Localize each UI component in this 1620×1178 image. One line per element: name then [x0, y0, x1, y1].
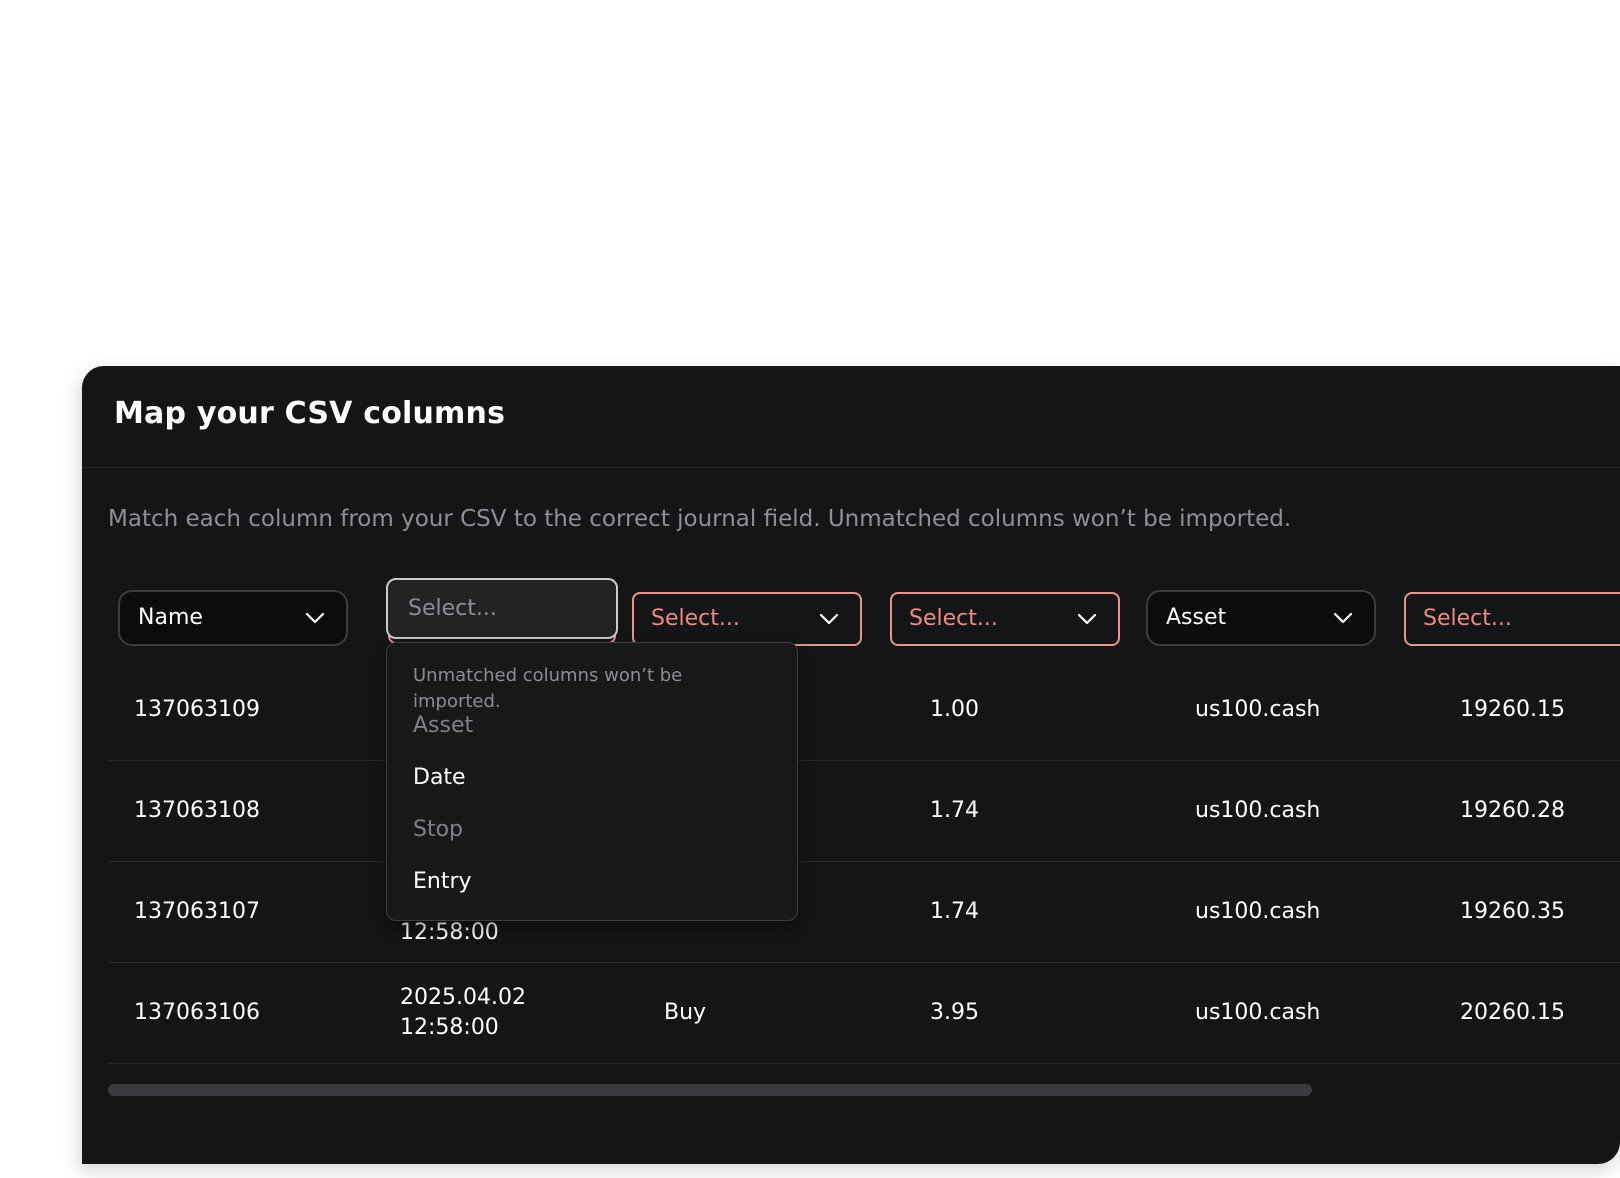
table-cell: 1.00 [930, 697, 979, 722]
select-value: Select... [909, 606, 998, 631]
table-cell: Buy [664, 1000, 707, 1025]
table-cell: 3.95 [930, 1000, 979, 1025]
table-cell: 1.74 [930, 899, 979, 924]
column-mapping-select-5[interactable]: Asset [1146, 590, 1376, 646]
column-mapping-select-2[interactable] [386, 578, 618, 639]
table-cell: 137063108 [134, 798, 260, 823]
column-mapping-select-1[interactable]: Name [118, 590, 348, 646]
column-mapping-select-3[interactable]: Select... [632, 592, 862, 646]
table-row: 137063107 12:58:00 1.74 us100.cash 19260… [108, 862, 1620, 963]
select-value: Select... [651, 606, 740, 631]
chevron-down-icon [819, 613, 839, 625]
chevron-down-icon [305, 612, 325, 624]
table-cell: 2025.04.02 12:58:00 [400, 985, 526, 1040]
column-mapping-select-6[interactable]: Select... [1404, 592, 1620, 646]
dropdown-option-date[interactable]: Date [413, 765, 466, 790]
chevron-down-icon [1333, 612, 1353, 624]
dialog-header: Map your CSV columns [82, 366, 1620, 468]
table-cell: 137063107 [134, 899, 260, 924]
table-cell: 19260.28 [1460, 798, 1565, 823]
table-cell: us100.cash [1195, 1000, 1321, 1025]
table-row: 137063108 1.74 us100.cash 19260.28 [108, 761, 1620, 862]
dialog-title: Map your CSV columns [114, 396, 506, 431]
table-cell: 19260.35 [1460, 899, 1565, 924]
csv-preview-table: 137063109 1.00 us100.cash 19260.15 13706… [108, 660, 1620, 1064]
table-row: 137063106 2025.04.02 12:58:00 Buy 3.95 u… [108, 963, 1620, 1064]
dropdown-option-stop[interactable]: Stop [413, 817, 463, 842]
horizontal-scrollbar[interactable] [108, 1084, 1312, 1096]
column-mapping-dropdown-menu: Unmatched columns won’t be imported. Ass… [386, 642, 798, 921]
table-cell: 20260.15 [1460, 1000, 1565, 1025]
column-mapping-select-4[interactable]: Select... [890, 592, 1120, 646]
column-mapping-search-input[interactable] [388, 580, 616, 637]
select-value: Name [138, 605, 203, 630]
table-cell: 137063106 [134, 1000, 260, 1025]
table-cell: us100.cash [1195, 899, 1321, 924]
dropdown-note: Unmatched columns won’t be imported. [413, 665, 683, 712]
select-value: Asset [1166, 605, 1227, 630]
chevron-down-icon [1077, 613, 1097, 625]
table-cell: 1.74 [930, 798, 979, 823]
table-cell: 19260.15 [1460, 697, 1565, 722]
csv-mapping-dialog: Map your CSV columns Match each column f… [82, 366, 1620, 1164]
dialog-description: Match each column from your CSV to the c… [108, 506, 1292, 532]
table-row: 137063109 1.00 us100.cash 19260.15 [108, 660, 1620, 761]
table-cell: 137063109 [134, 697, 260, 722]
table-cell: us100.cash [1195, 697, 1321, 722]
dropdown-option-entry[interactable]: Entry [413, 869, 472, 894]
select-value: Select... [1423, 606, 1512, 631]
table-cell: us100.cash [1195, 798, 1321, 823]
dropdown-option-asset[interactable]: Asset [413, 713, 473, 738]
